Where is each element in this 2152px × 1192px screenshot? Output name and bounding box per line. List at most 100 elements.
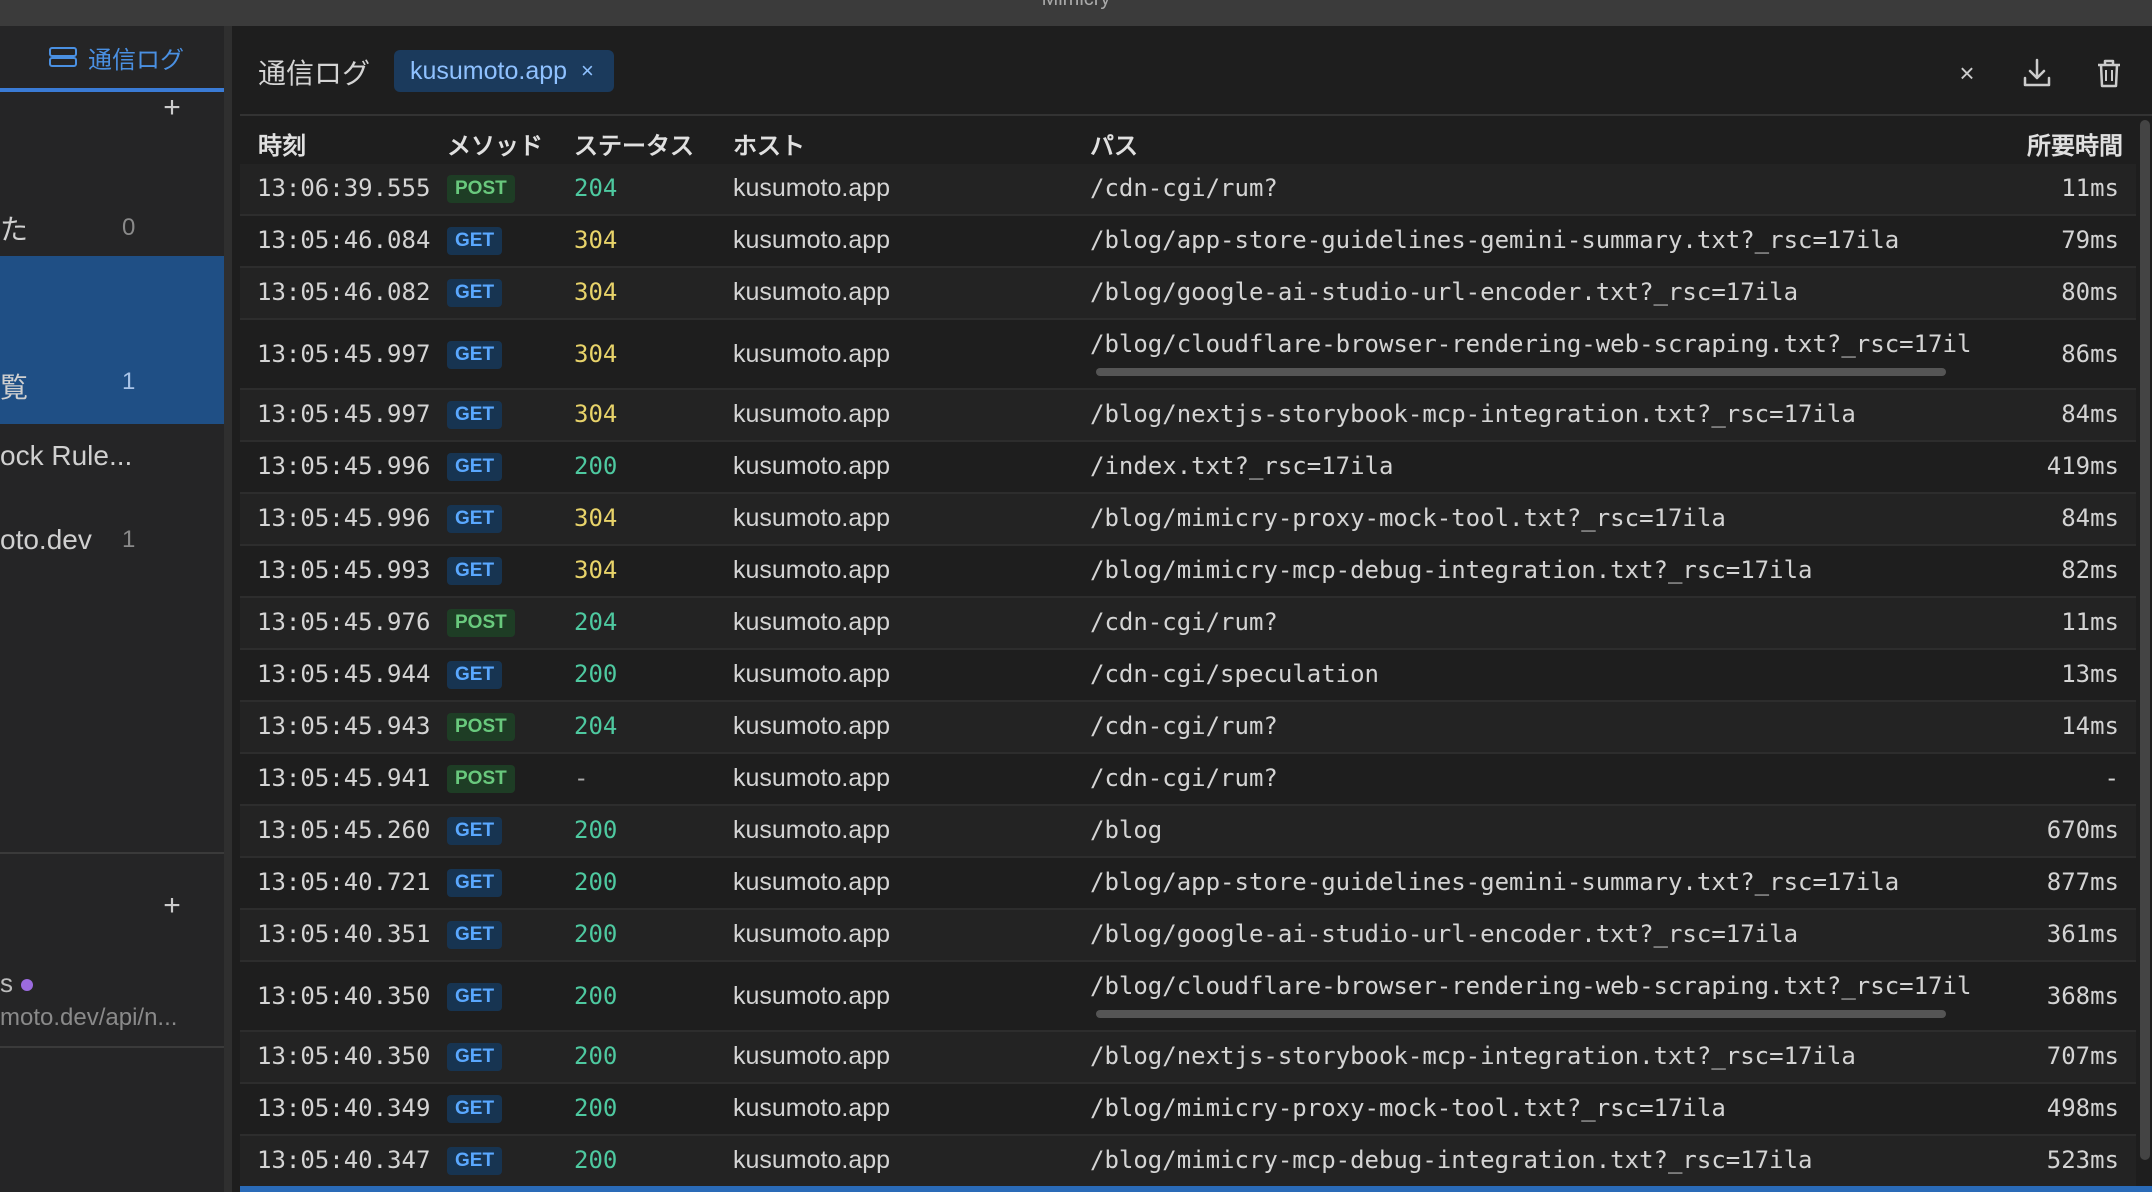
request-duration: 82ms	[2061, 556, 2119, 584]
status-code: 200	[574, 1042, 618, 1070]
sidebar-tab-traffic-log[interactable]: 通信ログ	[0, 26, 224, 92]
request-path: /cdn-cgi/rum?	[1090, 174, 1278, 202]
column-header-path[interactable]: パス	[1090, 126, 1138, 161]
path-horizontal-scrollbar[interactable]	[1096, 1010, 1946, 1018]
table-row[interactable]: 13:05:40.347 GET 200 kusumoto.app/blog/mimi…	[240, 1136, 2136, 1188]
sidebar-item-count: 1	[122, 368, 136, 395]
request-host: kusumoto.app	[733, 1042, 891, 1070]
request-time: 13:05:40.347	[257, 1146, 431, 1174]
status-code: 200	[574, 1146, 618, 1174]
column-header-status[interactable]: ステータス	[574, 126, 694, 161]
sidebar-item-label: 覧	[0, 372, 29, 403]
main-panel: 通信ログ kusumoto.app × × 時刻 メソッド ステータス ホスト …	[240, 26, 2152, 1192]
table-row[interactable]: 13:05:45.997 GET 304 kusumoto.app/blog/next…	[240, 390, 2136, 442]
table-row[interactable]: 13:05:45.976 POST 204 kusumoto.app/cdn-cgi/…	[240, 598, 2136, 650]
table-row[interactable]: 13:05:40.721 GET 200 kusumoto.app/blog/app-…	[240, 858, 2136, 910]
table-row[interactable]: 13:05:46.082 GET 304 kusumoto.app/blog/goog…	[240, 268, 2136, 320]
request-path: /blog/cloudflare-browser-rendering-web-s…	[1090, 330, 1970, 358]
request-host: kusumoto.app	[733, 712, 891, 740]
status-code: -	[574, 764, 589, 792]
method-badge: GET	[447, 983, 503, 1011]
request-path: /blog	[1090, 816, 1163, 844]
table-row[interactable]: 13:05:45.944 GET 200 kusumoto.app/cdn-cgi/s…	[240, 650, 2136, 702]
request-path: /cdn-cgi/speculation	[1090, 660, 1379, 688]
method-badge: POST	[447, 765, 515, 793]
method-badge: GET	[447, 505, 503, 533]
filter-chip[interactable]: kusumoto.app ×	[394, 50, 614, 92]
table-row[interactable]: 13:05:40.351 GET 200 kusumoto.app/blog/goog…	[240, 910, 2136, 962]
filter-chip-label: kusumoto.app	[410, 56, 568, 85]
table-row[interactable]: 13:05:45.996 GET 200 kusumoto.app/index.txt…	[240, 442, 2136, 494]
request-path: /blog/mimicry-mcp-debug-integration.txt?…	[1090, 1146, 1813, 1174]
clear-filter-button[interactable]: ×	[1950, 56, 1984, 90]
request-path: /index.txt?_rsc=17ila	[1090, 452, 1394, 480]
request-time: 13:05:45.996	[257, 452, 431, 480]
request-time: 13:05:45.941	[257, 764, 431, 792]
method-badge: GET	[447, 1095, 503, 1123]
table-row[interactable]: 13:05:45.941 POST - kusumoto.app/cdn-cgi/ru…	[240, 754, 2136, 806]
table-row[interactable]: 13:05:40.349 GET 200 kusumoto.app/blog/mimi…	[240, 1084, 2136, 1136]
sidebar-group2-item[interactable]: s	[0, 968, 33, 999]
sidebar-item-label: oto.dev	[0, 524, 92, 555]
table-row[interactable]: 13:05:45.997 GET 304 kusumoto.app/blog/clou…	[240, 320, 2136, 390]
request-path: /blog/mimicry-proxy-mock-tool.txt?_rsc=1…	[1090, 504, 1726, 532]
request-time: 13:05:40.721	[257, 868, 431, 896]
vertical-scrollbar[interactable]	[2140, 120, 2150, 1160]
request-time: 13:05:45.993	[257, 556, 431, 584]
sidebar-divider	[0, 852, 224, 854]
sidebar-item-selected[interactable]: 覧 1	[0, 256, 224, 424]
sidebar-item[interactable]: た 0	[0, 198, 224, 258]
request-path: /blog/mimicry-mcp-debug-integration.txt?…	[1090, 556, 1813, 584]
column-header-method[interactable]: メソッド	[447, 126, 543, 161]
request-host: kusumoto.app	[733, 174, 891, 202]
request-duration: 84ms	[2061, 504, 2119, 532]
table-row[interactable]: 13:05:45.260 GET 200 kusumoto.app/blog 670ms	[240, 806, 2136, 858]
method-badge: POST	[447, 713, 515, 741]
status-code: 204	[574, 174, 618, 202]
sidebar: 通信ログ + た 0 覧 1 ock Rule... oto.dev 1 + s…	[0, 26, 232, 1192]
column-header-time[interactable]: 時刻	[258, 126, 306, 161]
sidebar-item-label: た	[0, 214, 29, 245]
request-path: /blog/nextjs-storybook-mcp-integration.t…	[1090, 1042, 1856, 1070]
request-duration: 707ms	[2046, 1042, 2119, 1070]
request-host: kusumoto.app	[733, 504, 891, 532]
path-horizontal-scrollbar[interactable]	[1096, 368, 1946, 376]
request-duration: 14ms	[2061, 712, 2119, 740]
sidebar-item-host[interactable]: oto.dev 1	[0, 510, 224, 570]
status-code: 204	[574, 608, 618, 636]
add-rule-button[interactable]: +	[158, 93, 186, 123]
request-path: /blog/google-ai-studio-url-encoder.txt?_…	[1090, 278, 1799, 306]
column-header-host[interactable]: ホスト	[733, 126, 805, 161]
request-duration: 86ms	[2061, 340, 2119, 368]
method-badge: GET	[447, 921, 503, 949]
request-path: /blog/google-ai-studio-url-encoder.txt?_…	[1090, 920, 1799, 948]
window-titlebar: Mimicry	[0, 0, 2152, 26]
method-badge: GET	[447, 817, 503, 845]
trash-icon[interactable]	[2092, 56, 2126, 90]
sidebar-item-mock-rule[interactable]: ock Rule...	[0, 426, 224, 486]
table-row[interactable]: 13:05:40.350 GET 200 kusumoto.app/blog/clou…	[240, 962, 2136, 1032]
table-row[interactable]: 13:05:45.993 GET 304 kusumoto.app/blog/mimi…	[240, 546, 2136, 598]
request-host: kusumoto.app	[733, 868, 891, 896]
method-badge: POST	[447, 175, 515, 203]
page-title: 通信ログ	[258, 58, 371, 89]
request-host: kusumoto.app	[733, 1146, 891, 1174]
download-icon[interactable]	[2020, 56, 2054, 90]
request-duration: 498ms	[2046, 1094, 2119, 1122]
table-row[interactable]: 13:05:45.996 GET 304 kusumoto.app/blog/mimi…	[240, 494, 2136, 546]
add-item-button[interactable]: +	[158, 891, 186, 921]
column-header-duration[interactable]: 所要時間	[2027, 126, 2123, 161]
window-title: Mimicry	[1042, 0, 1111, 10]
table-row[interactable]: 13:05:40.350 GET 200 kusumoto.app/blog/next…	[240, 1032, 2136, 1084]
table-row[interactable]: 13:06:39.555 POST 204 kusumoto.app/cdn-cgi/…	[240, 164, 2136, 216]
request-duration: 13ms	[2061, 660, 2119, 688]
status-code: 204	[574, 712, 618, 740]
request-host: kusumoto.app	[733, 278, 891, 306]
toolbar: 通信ログ kusumoto.app × ×	[240, 26, 2152, 116]
table-row[interactable]: 13:05:45.943 POST 204 kusumoto.app/cdn-cgi/…	[240, 702, 2136, 754]
request-host: kusumoto.app	[733, 226, 891, 254]
filter-chip-close-icon[interactable]: ×	[581, 58, 594, 84]
request-host: kusumoto.app	[733, 660, 891, 688]
method-badge: GET	[447, 401, 503, 429]
table-row[interactable]: 13:05:46.084 GET 304 kusumoto.app/blog/app-…	[240, 216, 2136, 268]
